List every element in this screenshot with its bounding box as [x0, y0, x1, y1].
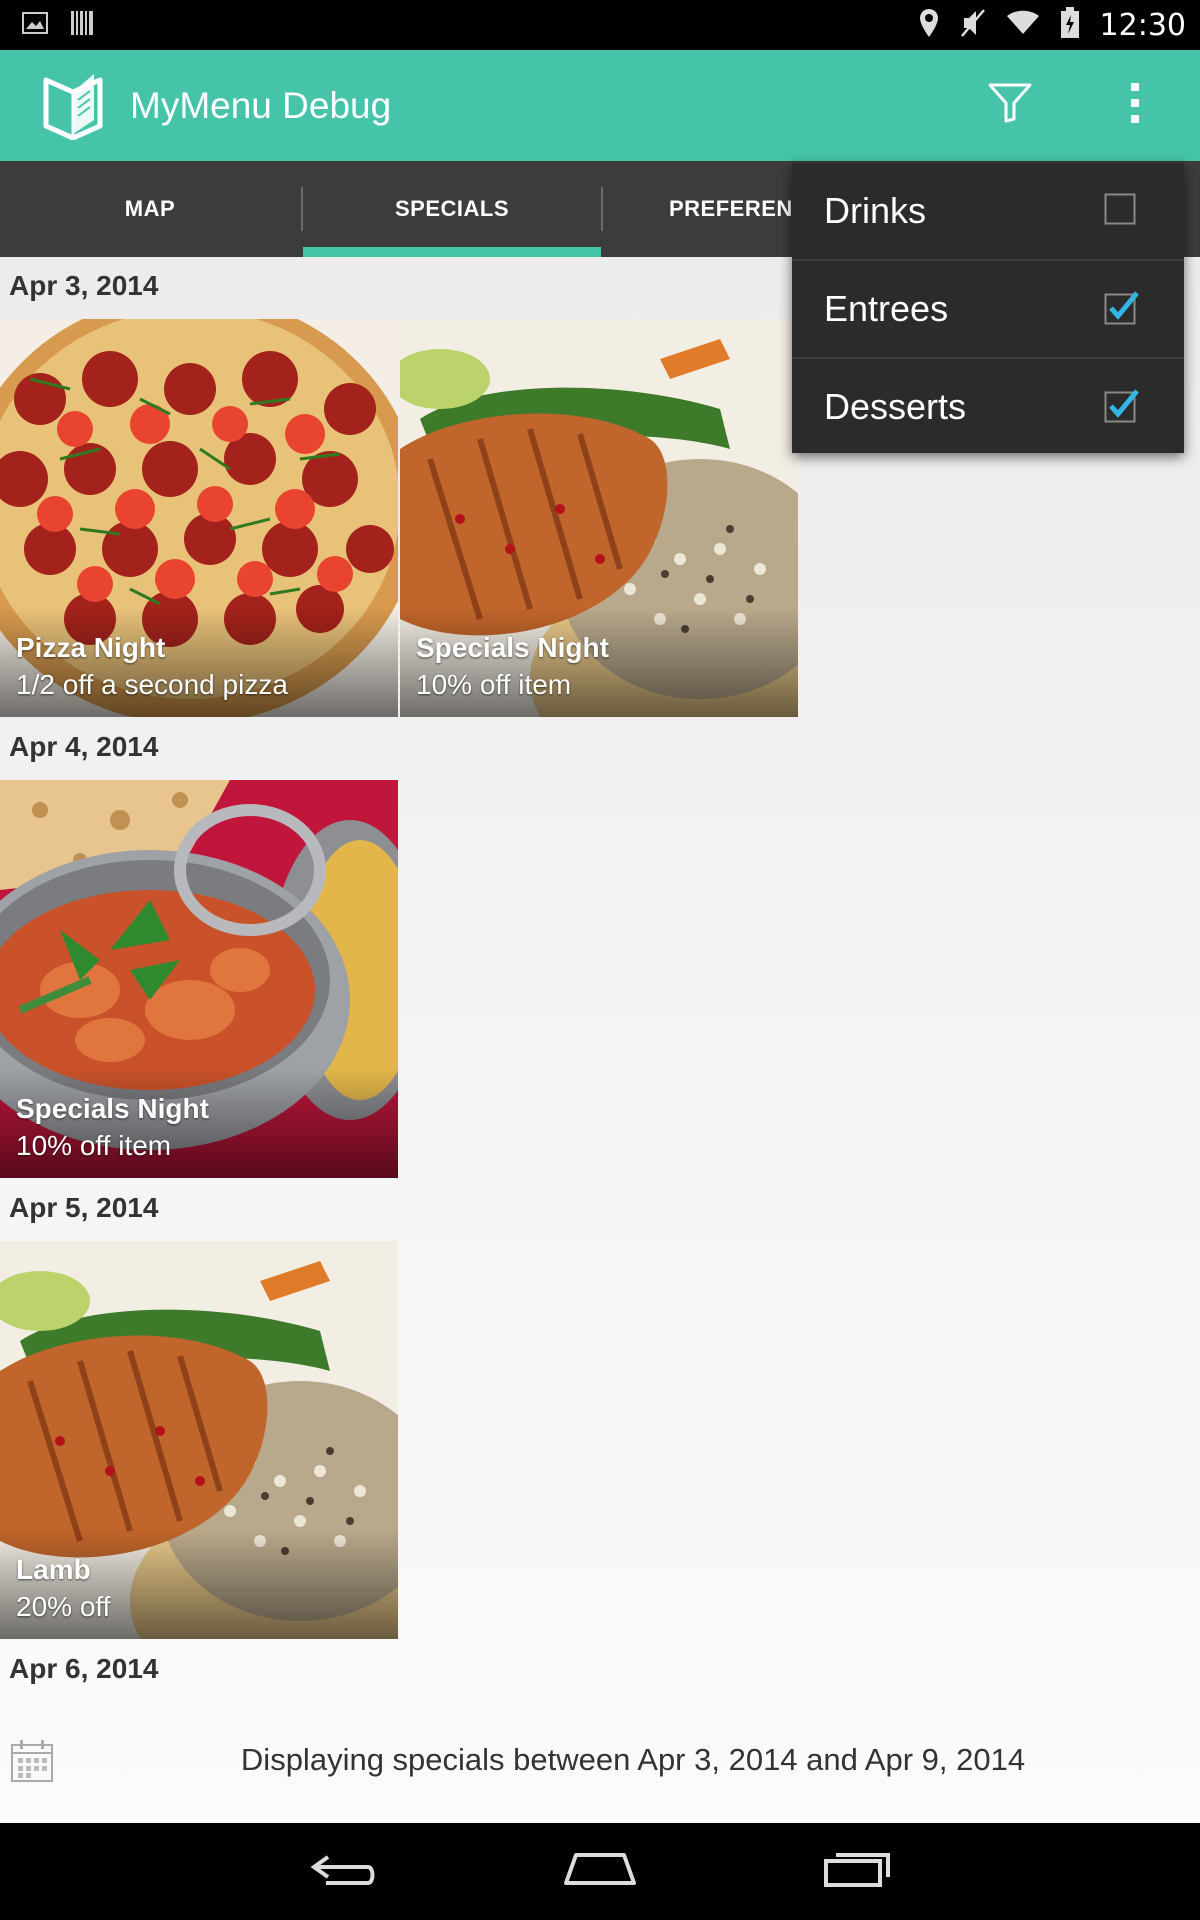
mute-icon	[960, 8, 986, 43]
date-range-text: Displaying specials between Apr 3, 2014 …	[240, 1742, 1026, 1777]
app-title: MyMenu Debug	[130, 85, 392, 126]
barcode-icon	[70, 9, 94, 42]
special-title: Pizza Night	[16, 632, 166, 663]
special-subtitle: 20% off	[16, 1591, 111, 1622]
date-header: Apr 6, 2014	[9, 1653, 159, 1684]
image-icon	[22, 11, 48, 39]
app-logo-icon	[42, 70, 104, 141]
filter-option-entrees[interactable]: Entrees	[792, 261, 1184, 357]
specials-list[interactable]: Apr 3, 2014 Pizza Night 1/2 off a second…	[0, 257, 1200, 1823]
tab-specials-label: SPECIALS	[394, 196, 510, 221]
special-tile-specials-night[interactable]: Specials Night 10% off item	[400, 319, 798, 717]
action-bar: MyMenu Debug	[0, 50, 1200, 161]
tab-specials[interactable]: SPECIALS	[302, 161, 602, 257]
status-bar: 12:30	[0, 0, 1200, 50]
filter-option-label: Drinks	[824, 190, 927, 231]
date-header: Apr 3, 2014	[9, 270, 159, 301]
tab-map-label: MAP	[124, 196, 176, 221]
special-tile-pizza-night[interactable]: Pizza Night 1/2 off a second pizza	[0, 319, 398, 717]
location-icon	[918, 8, 940, 43]
date-header: Apr 4, 2014	[9, 731, 159, 762]
special-title: Specials Night	[416, 632, 609, 663]
date-header: Apr 5, 2014	[9, 1192, 159, 1223]
special-subtitle: 10% off item	[16, 1130, 172, 1161]
filter-option-drinks[interactable]: Drinks	[792, 163, 1184, 259]
filter-option-label: Entrees	[824, 288, 949, 329]
special-subtitle: 10% off item	[416, 669, 572, 700]
recent-apps-button[interactable]	[787, 1823, 927, 1920]
home-button[interactable]	[530, 1823, 670, 1920]
overflow-menu-button[interactable]	[1110, 75, 1160, 135]
special-tile-specials-night-curry[interactable]: Specials Night 10% off item	[0, 780, 398, 1178]
filter-icon	[988, 83, 1032, 128]
special-title: Lamb	[16, 1554, 91, 1585]
filter-option-label: Desserts	[824, 386, 967, 427]
special-title: Specials Night	[16, 1093, 209, 1124]
tab-map[interactable]: MAP	[0, 161, 300, 257]
checkbox-checked-icon[interactable]	[1104, 389, 1139, 423]
checkbox-unchecked-icon[interactable]	[1104, 193, 1136, 225]
recent-apps-icon	[822, 1851, 892, 1892]
special-tile-lamb[interactable]: Lamb 20% off	[0, 1241, 398, 1639]
back-button[interactable]	[273, 1823, 413, 1920]
navigation-bar	[0, 1823, 1200, 1920]
special-subtitle: 1/2 off a second pizza	[16, 669, 288, 700]
back-icon	[308, 1849, 378, 1894]
wifi-icon	[1006, 10, 1040, 41]
home-icon	[562, 1851, 638, 1892]
tab-selected-indicator	[303, 247, 601, 257]
checkbox-checked-icon[interactable]	[1104, 291, 1139, 325]
battery-icon	[1060, 6, 1080, 44]
filter-option-desserts[interactable]: Desserts	[792, 359, 1184, 455]
overflow-menu-icon	[1130, 82, 1140, 129]
filter-button[interactable]	[980, 75, 1040, 135]
filter-dropdown-menu: Drinks Entrees Desserts	[792, 163, 1184, 453]
tab-divider	[601, 187, 603, 231]
status-time: 12:30	[1099, 7, 1186, 43]
